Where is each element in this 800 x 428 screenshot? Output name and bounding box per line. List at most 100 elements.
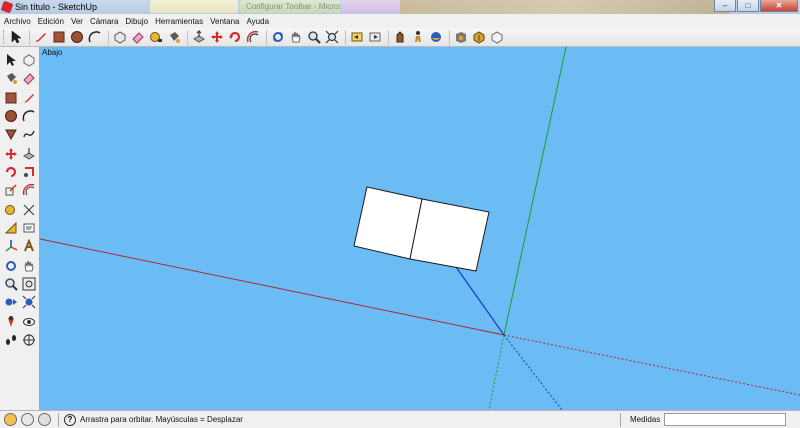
- offset-icon[interactable]: [21, 182, 37, 198]
- maximize-button[interactable]: □: [737, 0, 759, 12]
- push-pull-icon[interactable]: [191, 29, 207, 45]
- menu-herramientas[interactable]: Herramientas: [155, 17, 203, 26]
- blue-axis-negative: [503, 334, 563, 410]
- toolbar-separator: [449, 29, 450, 45]
- offset-icon[interactable]: [245, 29, 261, 45]
- user-icon[interactable]: [38, 413, 51, 426]
- follow-me-icon[interactable]: [21, 164, 37, 180]
- move-icon[interactable]: [209, 29, 225, 45]
- look-around-icon[interactable]: [21, 314, 37, 330]
- freehand-icon[interactable]: [21, 126, 37, 142]
- arc-icon[interactable]: [21, 108, 37, 124]
- zoom-extents-icon[interactable]: [324, 29, 340, 45]
- rectangle-icon[interactable]: [51, 29, 67, 45]
- toolbar-separator: [266, 29, 267, 45]
- view-name-label: Abajo: [42, 48, 63, 57]
- help-icon[interactable]: ?: [64, 413, 76, 426]
- section-plane-icon[interactable]: [392, 29, 408, 45]
- credits-icon[interactable]: [21, 413, 34, 426]
- model-canvas[interactable]: [40, 47, 800, 410]
- rectangle-icon[interactable]: [3, 90, 19, 106]
- select-icon[interactable]: [3, 52, 19, 68]
- zoom-extents-icon[interactable]: [21, 294, 37, 310]
- toolbar-separator: [388, 29, 389, 45]
- orbit-icon[interactable]: [270, 29, 286, 45]
- arc-icon[interactable]: [87, 29, 103, 45]
- measurements-input[interactable]: [664, 413, 786, 426]
- status-bar: ? Arrastra para orbitar. Mayúsculas = De…: [0, 410, 800, 428]
- circle-icon[interactable]: [3, 108, 19, 124]
- toolbar-separator: [108, 29, 109, 45]
- make-component-icon[interactable]: [21, 52, 37, 68]
- select-icon[interactable]: [8, 29, 24, 45]
- toolbar-separator: [345, 29, 346, 45]
- taskbar-tab[interactable]: [150, 0, 238, 13]
- menu-ver[interactable]: Ver: [71, 17, 83, 26]
- polygon-icon[interactable]: [3, 126, 19, 142]
- protractor-icon[interactable]: [3, 220, 19, 236]
- previous-view-icon[interactable]: [3, 294, 19, 310]
- circle-icon[interactable]: [69, 29, 85, 45]
- menu-dibujo[interactable]: Dibujo: [125, 17, 148, 26]
- previous-view-icon[interactable]: [349, 29, 365, 45]
- measurements-label: Medidas: [630, 415, 661, 424]
- next-view-icon[interactable]: [367, 29, 383, 45]
- sketchup-app-icon: [0, 0, 14, 14]
- toolbar-separator: [29, 29, 30, 45]
- pan-icon[interactable]: [288, 29, 304, 45]
- menu-ventana[interactable]: Ventana: [210, 17, 239, 26]
- menu-camara[interactable]: Cámara: [90, 17, 118, 26]
- 3d-text-icon[interactable]: [21, 238, 37, 254]
- rotate-icon[interactable]: [3, 164, 19, 180]
- scale-icon[interactable]: [3, 182, 19, 198]
- toolbar-grip[interactable]: [3, 30, 6, 44]
- position-camera-icon[interactable]: [3, 314, 19, 330]
- face-right[interactable]: [409, 198, 490, 272]
- status-message: Arrastra para orbitar. Mayúsculas = Desp…: [80, 415, 243, 424]
- look-around-icon[interactable]: [453, 29, 469, 45]
- menu-archivo[interactable]: Archivo: [4, 17, 31, 26]
- close-button[interactable]: ✕: [760, 0, 798, 12]
- paint-bucket-icon[interactable]: [166, 29, 182, 45]
- eraser-icon[interactable]: [21, 70, 37, 86]
- background-window: [400, 0, 730, 14]
- text-icon[interactable]: [21, 220, 37, 236]
- tape-measure-icon[interactable]: [148, 29, 164, 45]
- orbit-icon[interactable]: [3, 258, 19, 274]
- window-controls: – □ ✕: [713, 0, 798, 12]
- drawing-viewport[interactable]: Abajo: [40, 47, 800, 410]
- title-bar: Sin título - SketchUp Configurar Toolbar…: [0, 0, 800, 14]
- axes-icon[interactable]: [3, 238, 19, 254]
- rotate-icon[interactable]: [227, 29, 243, 45]
- zoom-window-icon[interactable]: [21, 276, 37, 292]
- green-axis: [503, 47, 567, 336]
- move-icon[interactable]: [3, 146, 19, 162]
- window-title: Sin título - SketchUp: [15, 2, 98, 12]
- zoom-icon[interactable]: [3, 276, 19, 292]
- share-model-icon[interactable]: [489, 29, 505, 45]
- minimize-button[interactable]: –: [714, 0, 736, 12]
- taskbar-tab[interactable]: Configurar Toolbar - Micros: [240, 0, 340, 13]
- push-pull-icon[interactable]: [21, 146, 37, 162]
- make-component-icon[interactable]: [112, 29, 128, 45]
- red-axis-negative: [503, 334, 800, 396]
- main-toolbar: [0, 28, 800, 47]
- dimension-icon[interactable]: [21, 202, 37, 218]
- taskbar-tabs: Configurar Toolbar - Micros: [150, 0, 424, 14]
- zoom-icon[interactable]: [306, 29, 322, 45]
- menu-edicion[interactable]: Edición: [38, 17, 64, 26]
- large-tool-set: [0, 47, 40, 410]
- pan-icon[interactable]: [21, 258, 37, 274]
- paint-bucket-icon[interactable]: [3, 70, 19, 86]
- eraser-icon[interactable]: [130, 29, 146, 45]
- geolocation-icon[interactable]: [4, 413, 17, 426]
- position-camera-icon[interactable]: [428, 29, 444, 45]
- section-plane-icon[interactable]: [21, 332, 37, 348]
- tape-measure-icon[interactable]: [3, 202, 19, 218]
- get-models-icon[interactable]: [471, 29, 487, 45]
- pencil-icon[interactable]: [21, 90, 37, 106]
- menu-ayuda[interactable]: Ayuda: [246, 17, 269, 26]
- walk-icon[interactable]: [3, 332, 19, 348]
- pencil-icon[interactable]: [33, 29, 49, 45]
- walk-icon[interactable]: [410, 29, 426, 45]
